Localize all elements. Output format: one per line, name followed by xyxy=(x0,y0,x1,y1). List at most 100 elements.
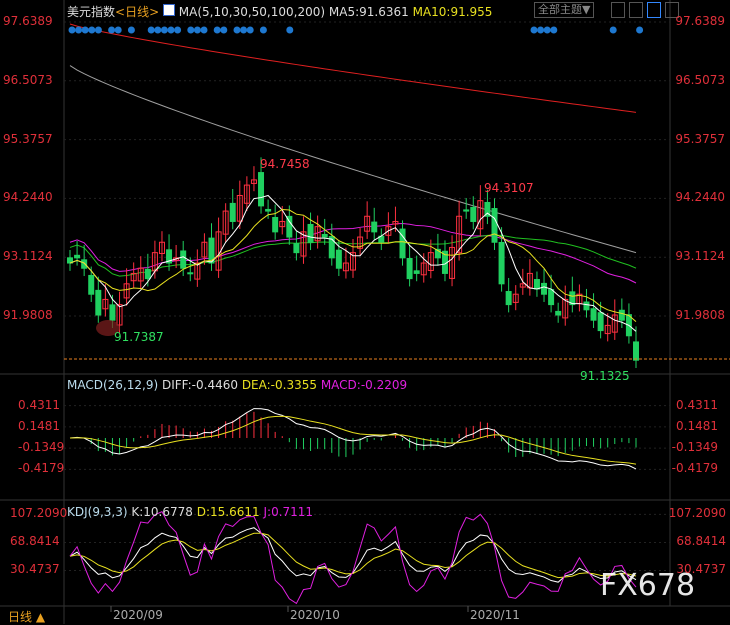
price-tick-left: 94.2440 xyxy=(3,190,53,205)
price-tick-right: 93.1124 xyxy=(675,249,725,264)
signal-dot xyxy=(154,26,162,34)
candle-body xyxy=(187,272,194,275)
signal-dot xyxy=(550,26,558,34)
candle-body xyxy=(597,312,604,332)
candle-body xyxy=(413,270,420,274)
signal-dot xyxy=(233,26,241,34)
price-tick-left: 93.1124 xyxy=(3,249,53,264)
kdj-tick-left: 107.2090 xyxy=(10,506,68,521)
footer-period[interactable]: 日线 ▲ xyxy=(8,608,45,625)
ma5-value: MA5:91.6361 xyxy=(328,5,409,19)
macd-tick-left: 0.4311 xyxy=(18,397,60,412)
macd-tick-left: 0.1481 xyxy=(18,418,60,433)
k-line xyxy=(69,527,637,583)
signal-dot xyxy=(259,26,267,34)
kdj-k: K:10.6778 xyxy=(131,505,193,519)
signal-dot xyxy=(193,26,201,34)
cursor-icon[interactable] xyxy=(647,2,661,18)
signal-dot xyxy=(636,26,644,34)
ma100-line xyxy=(69,65,637,254)
kdj-label: KDJ(9,3,3) xyxy=(67,505,128,519)
signal-dot xyxy=(108,26,116,34)
candle-body xyxy=(180,250,187,269)
macd-tick-right: -0.4179 xyxy=(671,461,718,476)
date-label: 2020/09 xyxy=(113,608,163,622)
ma10-value: MA10:91.955 xyxy=(412,5,493,19)
price-tick-right: 94.2440 xyxy=(675,190,725,205)
header: 美元指数<日线> MA(5,10,30,50,100,200) MA5:91.6… xyxy=(67,3,492,20)
signal-dot xyxy=(286,26,294,34)
signal-dot xyxy=(127,26,135,34)
signal-dot xyxy=(609,26,617,34)
candle-body xyxy=(470,206,477,222)
candle-body xyxy=(505,291,512,306)
macd-dea: DEA:-0.3355 xyxy=(241,378,317,392)
signal-dot xyxy=(88,26,96,34)
low-annotation-1: 91.7387 xyxy=(114,330,164,344)
ma-icon[interactable] xyxy=(162,4,175,16)
kdj-header: KDJ(9,3,3) K:10.6778 D:15.6611 J:0.7111 xyxy=(67,505,313,519)
chart-canvas[interactable] xyxy=(0,0,730,624)
signal-dot xyxy=(68,26,76,34)
crosshair-icon[interactable] xyxy=(611,2,625,18)
signal-dot xyxy=(240,26,248,34)
price-tick-left: 97.6389 xyxy=(3,14,53,28)
signal-dot xyxy=(220,26,228,34)
candle-body xyxy=(491,208,498,243)
macd-diff: DIFF:-0.4460 xyxy=(161,378,238,392)
macd-tick-left: -0.1349 xyxy=(18,440,65,455)
signal-dot xyxy=(537,26,545,34)
signal-dot xyxy=(246,26,254,34)
candle-body xyxy=(307,223,314,243)
candle-body xyxy=(498,241,505,285)
candle-body xyxy=(293,243,300,254)
kdj-tick-right: 30.4737 xyxy=(676,562,726,577)
candle-body xyxy=(321,233,328,238)
kdj-tick-left: 30.4737 xyxy=(10,562,60,577)
kdj-tick-right: 68.8414 xyxy=(676,534,726,549)
price-tick-right: 95.3757 xyxy=(675,131,725,146)
footer-period-label: 日线 xyxy=(8,610,33,624)
signal-dot xyxy=(167,26,175,34)
candle-body xyxy=(618,309,625,321)
candle-body xyxy=(335,249,342,269)
signal-dot xyxy=(543,26,551,34)
signal-dot xyxy=(114,26,122,34)
candle-body xyxy=(406,257,413,280)
theme-button[interactable]: 全部主题▼ xyxy=(534,2,595,18)
date-label: 2020/10 xyxy=(290,608,340,622)
candle-body xyxy=(258,172,265,207)
kdj-tick-right: 107.2090 xyxy=(668,506,726,521)
candle-body xyxy=(633,341,639,361)
signal-dot xyxy=(160,26,168,34)
candle-body xyxy=(109,304,116,321)
macd-label: MACD(26,12,9) xyxy=(67,378,159,392)
period-label[interactable]: <日线> xyxy=(115,5,159,19)
low-annotation-2: 91.1325 xyxy=(580,369,630,383)
price-tick-right: 96.5073 xyxy=(675,72,725,87)
macd-tick-right: -0.1349 xyxy=(671,440,718,455)
macd-tick-left: -0.4179 xyxy=(18,461,65,476)
j-line xyxy=(69,511,637,605)
macd-header: MACD(26,12,9) DIFF:-0.4460 DEA:-0.3355 M… xyxy=(67,378,407,392)
macd-value: MACD:-0.2209 xyxy=(320,378,408,392)
candle-body xyxy=(555,310,562,316)
price-tick-left: 96.5073 xyxy=(3,72,53,87)
signal-dot xyxy=(187,26,195,34)
high-annotation-2: 94.3107 xyxy=(484,181,534,195)
candle-body xyxy=(583,301,590,311)
axis-icon[interactable] xyxy=(629,2,643,18)
price-tick-right: 97.6389 xyxy=(675,14,725,28)
chart-window: 美元指数<日线> MA(5,10,30,50,100,200) MA5:91.6… xyxy=(0,0,730,624)
ma-label: MA(5,10,30,50,100,200) xyxy=(178,5,326,19)
candle-body xyxy=(88,274,95,295)
candle-body xyxy=(144,268,151,280)
macd-tick-right: 0.4311 xyxy=(676,397,718,412)
signal-dot xyxy=(75,26,83,34)
signal-dot xyxy=(200,26,208,34)
candle-body xyxy=(463,209,470,212)
candle-body xyxy=(590,308,597,321)
signal-dot xyxy=(94,26,102,34)
candle-body xyxy=(265,208,272,212)
signal-dot xyxy=(81,26,89,34)
